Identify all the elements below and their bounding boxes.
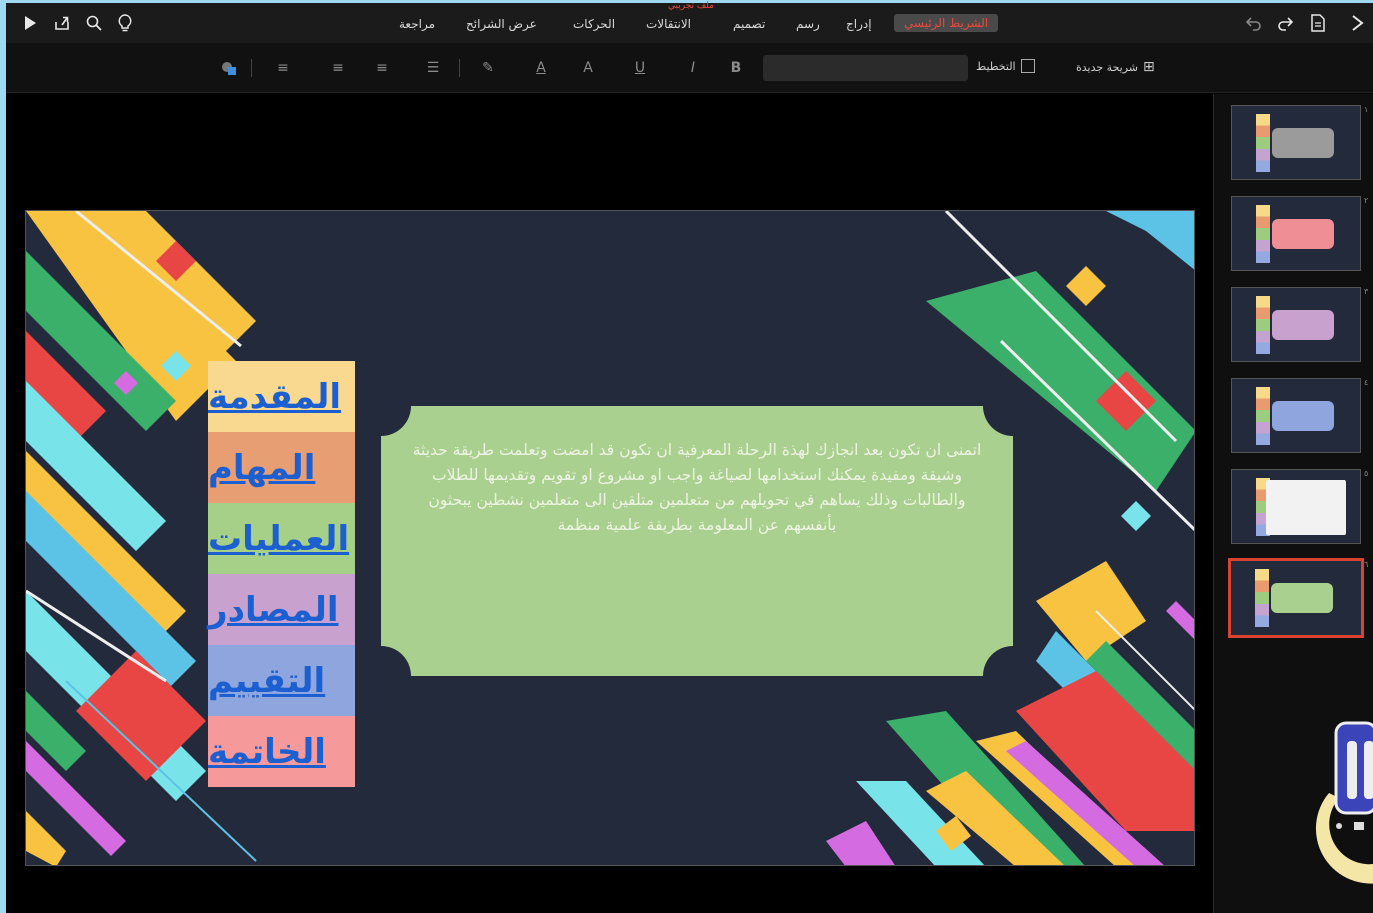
slide-thumbnail-5[interactable] bbox=[1231, 469, 1361, 544]
font-size-icon[interactable]: A bbox=[576, 57, 600, 79]
thumb-toc-column bbox=[1256, 205, 1270, 263]
watermark-logo bbox=[1309, 663, 1373, 893]
thumb-content-box bbox=[1266, 480, 1346, 535]
thumb-number: ٤ bbox=[1364, 378, 1369, 387]
thumb-toc-column bbox=[1256, 387, 1270, 445]
toc-item-conclusion[interactable]: الخاتمة bbox=[208, 716, 355, 787]
slide[interactable]: المقدمة المهام العمليات المصادر التقييم … bbox=[25, 210, 1195, 866]
slide-thumbnail-3[interactable] bbox=[1231, 287, 1361, 362]
ribbon-divider bbox=[459, 59, 460, 77]
tab-transitions[interactable]: الانتقالات bbox=[646, 17, 691, 31]
layout-button[interactable]: التخطيط bbox=[976, 59, 1035, 73]
table-of-contents: المقدمة المهام العمليات المصادر التقييم … bbox=[208, 361, 355, 787]
tab-animations[interactable]: الحركات bbox=[573, 17, 615, 31]
thumb-content-box bbox=[1272, 401, 1334, 431]
font-color-icon[interactable]: A bbox=[529, 57, 553, 79]
toc-item-process[interactable]: العمليات bbox=[208, 503, 355, 574]
tab-design[interactable]: تصميم bbox=[733, 17, 765, 31]
top-toolbar: ملف تجريبي مراجعة عرض الشرائح الحركات ال… bbox=[6, 1, 1373, 43]
document-icon[interactable] bbox=[1306, 11, 1330, 35]
toc-item-introduction[interactable]: المقدمة bbox=[208, 361, 355, 432]
align-left-icon[interactable]: ≡ bbox=[371, 57, 393, 79]
play-icon[interactable] bbox=[18, 11, 42, 35]
thumb-toc-column bbox=[1255, 569, 1269, 627]
conclusion-text: اتمنى ان تكون بعد انجازك لهذة الرحلة الم… bbox=[412, 441, 982, 534]
app-window: ملف تجريبي مراجعة عرض الشرائح الحركات ال… bbox=[0, 0, 1373, 913]
slide-thumbnail-2[interactable] bbox=[1231, 196, 1361, 271]
new-slide-button[interactable]: شريحة جديدة ⊞ bbox=[1076, 59, 1155, 75]
underline-button[interactable]: U bbox=[628, 57, 652, 79]
thumb-number: ٥ bbox=[1364, 469, 1369, 478]
shape-fill-icon[interactable] bbox=[216, 57, 242, 79]
highlight-icon[interactable]: ✎ bbox=[476, 57, 500, 79]
font-name-input[interactable] bbox=[763, 55, 968, 81]
thumb-content-box bbox=[1272, 219, 1334, 249]
bullets-icon[interactable]: ☰ bbox=[422, 57, 444, 79]
thumb-number: ٦ bbox=[1364, 560, 1369, 569]
italic-button[interactable]: I bbox=[681, 57, 705, 79]
conclusion-textbox[interactable]: اتمنى ان تكون بعد انجازك لهذة الرحلة الم… bbox=[381, 406, 1013, 676]
slide-thumbnail-1[interactable] bbox=[1231, 105, 1361, 180]
share-icon[interactable] bbox=[50, 11, 74, 35]
thumb-content-box bbox=[1272, 128, 1334, 158]
slide-thumbnail-6[interactable] bbox=[1228, 558, 1364, 638]
search-icon[interactable] bbox=[82, 11, 106, 35]
tab-review[interactable]: مراجعة bbox=[399, 17, 435, 31]
new-slide-label: شريحة جديدة bbox=[1076, 60, 1139, 74]
toc-item-tasks[interactable]: المهام bbox=[208, 432, 355, 503]
tab-home[interactable]: الشريط الرئيسي bbox=[894, 14, 999, 32]
align-right-icon[interactable]: ≡ bbox=[272, 57, 294, 79]
slide-thumbnail-4[interactable] bbox=[1231, 378, 1361, 453]
thumb-number: ٢ bbox=[1364, 196, 1369, 205]
undo-icon[interactable] bbox=[1242, 11, 1266, 35]
close-icon[interactable] bbox=[1346, 11, 1370, 35]
thumb-content-box bbox=[1272, 310, 1334, 340]
thumb-number: ١ bbox=[1364, 105, 1369, 114]
layout-label: التخطيط bbox=[976, 59, 1016, 73]
thumb-toc-column bbox=[1256, 114, 1270, 172]
bold-button[interactable]: B bbox=[724, 57, 748, 79]
tab-slideshow[interactable]: عرض الشرائح bbox=[466, 17, 537, 31]
align-center-icon[interactable]: ≡ bbox=[327, 57, 349, 79]
thumb-toc-column bbox=[1256, 296, 1270, 354]
layout-icon bbox=[1020, 59, 1035, 73]
toc-item-evaluation[interactable]: التقييم bbox=[208, 645, 355, 716]
tab-insert[interactable]: إدراج bbox=[846, 17, 872, 31]
document-title: ملف تجريبي bbox=[668, 1, 714, 11]
new-slide-icon: ⊞ bbox=[1143, 59, 1155, 75]
ribbon-divider bbox=[251, 59, 252, 77]
thumb-number: ٣ bbox=[1364, 287, 1369, 296]
ribbon-toolbar: ≡ ≡ ≡ ☰ ✎ A A U I B التخطيط شريحة جديدة … bbox=[6, 43, 1373, 93]
toc-item-resources[interactable]: المصادر bbox=[208, 574, 355, 645]
redo-icon[interactable] bbox=[1273, 11, 1297, 35]
lightbulb-icon[interactable] bbox=[113, 11, 137, 35]
slide-canvas[interactable]: المقدمة المهام العمليات المصادر التقييم … bbox=[6, 94, 1211, 913]
tab-draw[interactable]: رسم bbox=[796, 17, 820, 31]
thumb-content-box bbox=[1271, 583, 1333, 613]
